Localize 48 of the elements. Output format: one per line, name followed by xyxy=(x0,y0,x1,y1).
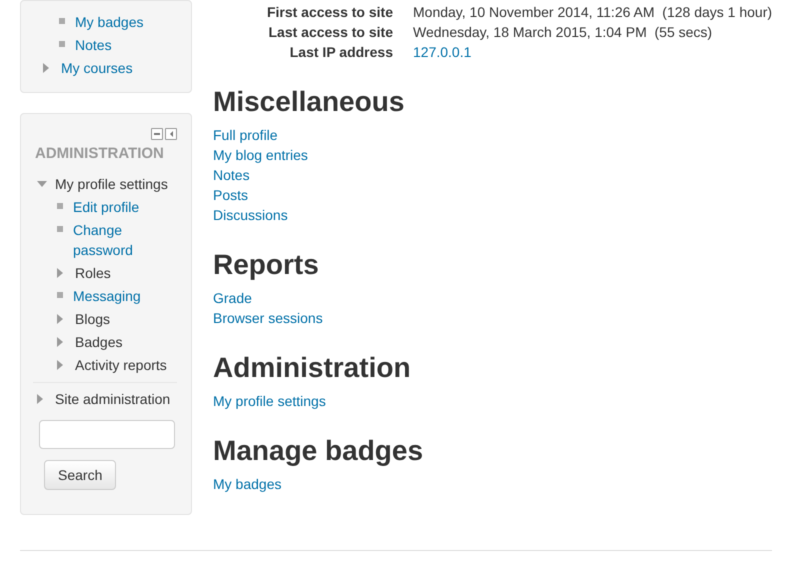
section-link[interactable]: My blog entries xyxy=(213,145,308,165)
section-link[interactable]: Full profile xyxy=(213,125,278,145)
detail-label: Last access to site xyxy=(267,23,393,42)
tree-item[interactable]: Edit profile xyxy=(73,196,140,216)
section-link[interactable]: Posts xyxy=(213,185,248,205)
tree-item[interactable]: Site administration xyxy=(55,388,170,408)
section-heading: Miscellaneous xyxy=(213,85,406,119)
triangle-icon[interactable] xyxy=(57,336,63,346)
search-field[interactable] xyxy=(39,420,175,449)
tree-item[interactable]: Activity reports xyxy=(75,354,167,374)
bullet-icon xyxy=(57,202,63,208)
tree-item[interactable]: Roles xyxy=(75,262,111,282)
detail-label: First access to site xyxy=(266,3,393,22)
bullet-icon xyxy=(57,226,63,232)
tree-item[interactable]: Blogs xyxy=(75,308,110,328)
bullet-icon xyxy=(59,40,65,46)
detail-link[interactable]: 127.0.0.1 xyxy=(413,42,472,62)
triangle-icon[interactable] xyxy=(57,268,63,278)
section-link[interactable]: My badges xyxy=(213,474,282,494)
bullet-icon xyxy=(59,18,65,24)
triangle-icon[interactable] xyxy=(57,360,63,370)
section-link[interactable]: Notes xyxy=(213,165,250,185)
bullet-icon xyxy=(57,292,63,298)
section-link[interactable]: My profile settings xyxy=(213,391,326,411)
tree-item[interactable]: My profile settings xyxy=(55,174,168,194)
triangle-icon[interactable] xyxy=(57,314,63,324)
detail-label: Last IP address xyxy=(288,43,393,62)
triangle-icon[interactable] xyxy=(37,394,43,404)
section-link[interactable]: Grade xyxy=(213,288,252,308)
section-heading: Administration xyxy=(213,351,412,385)
dock-icon[interactable] xyxy=(165,128,177,140)
tree-item[interactable]: Badges xyxy=(75,332,122,352)
block-title: ADMINISTRATION xyxy=(35,144,165,164)
triangle-icon[interactable] xyxy=(37,180,47,186)
minimize-icon[interactable] xyxy=(151,128,163,140)
tree-item[interactable]: Notes xyxy=(75,34,112,54)
section-heading: Manage badges xyxy=(213,434,424,468)
tree-item[interactable]: Change password xyxy=(73,220,177,260)
search-button[interactable]: Search xyxy=(44,460,116,490)
detail-value: Wednesday, 18 March 2015, 1:04 PM (55 secs) xyxy=(413,23,712,42)
detail-value: Monday, 10 November 2014, 11:26 AM (128 days 1 hour) xyxy=(413,3,772,22)
section-link[interactable]: Browser sessions xyxy=(213,308,323,328)
triangle-icon[interactable] xyxy=(43,62,49,72)
section-link[interactable]: Discussions xyxy=(213,205,288,225)
section-heading: Reports xyxy=(213,248,320,282)
tree-item[interactable]: Messaging xyxy=(73,286,141,306)
tree-item[interactable]: My badges xyxy=(75,12,144,32)
tree-item[interactable]: My courses xyxy=(61,58,133,78)
